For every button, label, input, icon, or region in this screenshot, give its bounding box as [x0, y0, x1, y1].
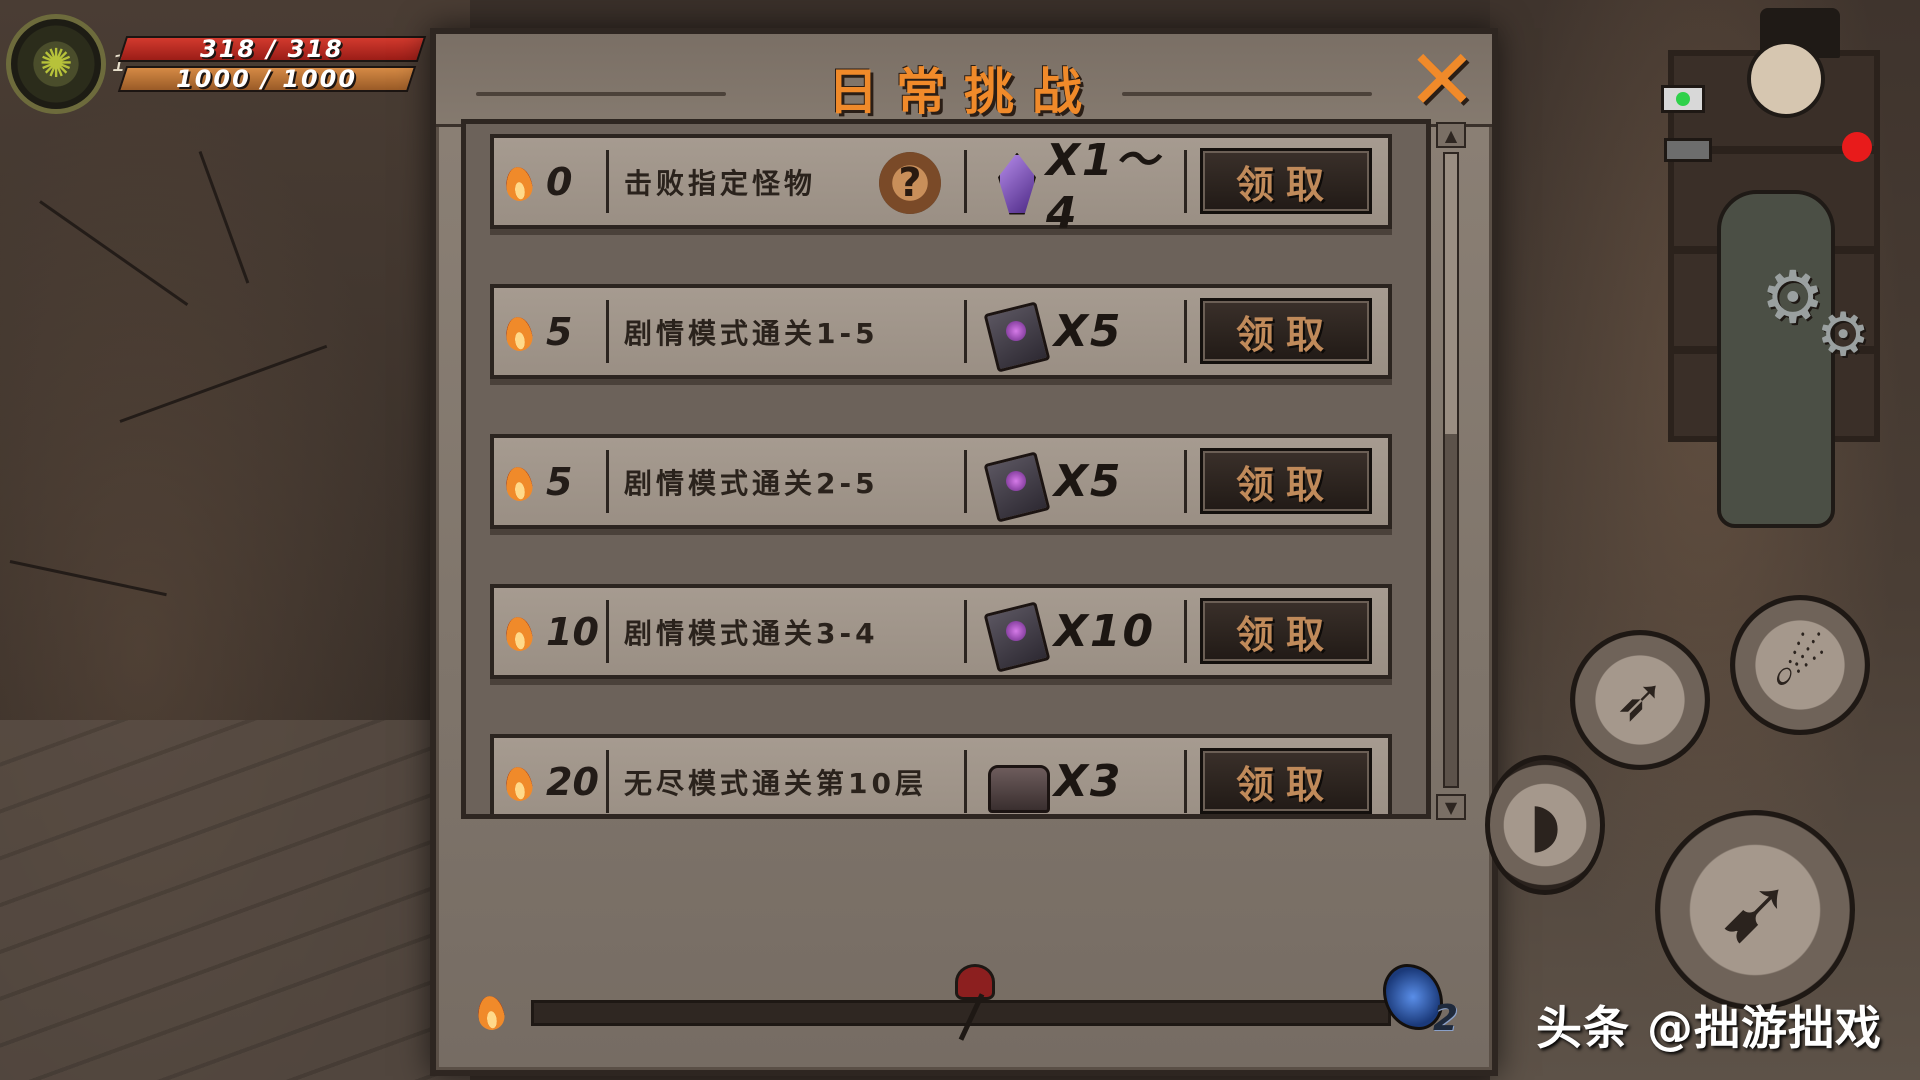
flame-icon	[504, 761, 534, 803]
flame-icon	[504, 161, 534, 203]
task-cost: 5	[494, 288, 604, 375]
hp-text: 318 / 318	[200, 35, 344, 63]
activity-progress: 2	[461, 964, 1471, 1044]
shield-icon: ◗	[1529, 790, 1561, 860]
crystal-icon	[984, 151, 1038, 213]
relic-reward-count: 2	[1433, 998, 1459, 1039]
task-cost: 10	[494, 588, 604, 675]
task-reward: X5	[984, 438, 1174, 525]
task-description: 无尽模式通关第10层	[624, 766, 927, 800]
reward-quantity: X10	[1054, 606, 1156, 657]
task-cost-value: 20	[546, 759, 599, 804]
scroll-up-button[interactable]: ▲	[1436, 122, 1466, 148]
axe-reward-icon[interactable]	[951, 964, 995, 1044]
claw-icon: ☄	[1773, 630, 1827, 700]
emblem-icon: ✺	[39, 41, 73, 87]
notification-dot	[1842, 132, 1872, 162]
task-cost: 5	[494, 438, 604, 525]
shield-skill-button[interactable]: ◗	[1485, 755, 1605, 895]
claw-skill-button[interactable]: ☄	[1730, 595, 1870, 735]
task-list[interactable]: 0 击败指定怪物 ? X1～4 领取 5 剧情模式通关1-5 X5 领取 5 剧…	[461, 119, 1431, 819]
chevron-up-icon: ▲	[1444, 125, 1458, 145]
task-cost-value: 5	[546, 309, 573, 354]
reward-quantity: X3	[1054, 756, 1123, 807]
task-description: 剧情模式通关1-5	[624, 316, 879, 350]
task-row: 10 剧情模式通关3-4 X10 领取	[490, 584, 1392, 679]
dialog-header: 日常挑战 ✕	[436, 34, 1492, 127]
npc-head	[1747, 40, 1825, 118]
task-reward: X10	[984, 588, 1174, 675]
cobblestone-floor	[0, 720, 470, 1080]
close-icon: ✕	[1406, 31, 1478, 129]
task-description: 剧情模式通关3-4	[624, 616, 879, 650]
reward-quantity: X5	[1054, 456, 1123, 507]
hp-bar: 318 / 318	[117, 35, 427, 63]
signal-icon	[1661, 85, 1705, 113]
flame-icon	[504, 461, 534, 503]
attack-button[interactable]: ➹	[1655, 810, 1855, 1010]
scroll-thumb[interactable]	[1445, 154, 1457, 434]
spear-icon: ➹	[1717, 857, 1793, 963]
mp-text: 1000 / 1000	[176, 65, 358, 93]
dialog-title: 日常挑战	[828, 63, 1100, 121]
task-cost: 0	[494, 138, 604, 225]
claim-button[interactable]: 领取	[1200, 298, 1372, 364]
status-icon	[1664, 138, 1712, 162]
task-description: 击败指定怪物	[624, 166, 817, 200]
mp-bar: 1000 / 1000	[117, 65, 417, 93]
scroll-track[interactable]	[1443, 152, 1459, 788]
flame-icon	[504, 311, 534, 353]
task-cost-value: 5	[546, 459, 573, 504]
chevron-down-icon: ▼	[1444, 797, 1458, 817]
task-reward: X1～4	[984, 135, 1174, 239]
task-row: 0 击败指定怪物 ? X1～4 领取	[490, 134, 1392, 239]
gear-icon: ⚙	[1816, 300, 1870, 370]
task-cost: 20	[494, 738, 604, 814]
claim-button[interactable]: 领取	[1200, 598, 1372, 664]
dash-skill-button[interactable]: ➶	[1570, 630, 1710, 770]
task-list-viewport: 0 击败指定怪物 ? X1～4 领取 5 剧情模式通关1-5 X5 领取 5 剧…	[466, 124, 1426, 814]
task-row: 5 剧情模式通关2-5 X5 领取	[490, 434, 1392, 529]
task-row: 5 剧情模式通关1-5 X5 领取	[490, 284, 1392, 379]
chest-icon	[984, 751, 1050, 813]
claim-button[interactable]: 领取	[1200, 148, 1372, 214]
close-button[interactable]: ✕	[1402, 31, 1482, 129]
flame-icon	[476, 990, 506, 1032]
task-row: 20 无尽模式通关第10层 X3 领取	[490, 734, 1392, 814]
task-reward: X3	[984, 738, 1174, 814]
task-description: 剧情模式通关2-5	[624, 466, 879, 500]
task-list-scrollbar[interactable]: ▲ ▼	[1436, 122, 1466, 820]
question-mark-icon[interactable]: ?	[879, 152, 941, 214]
book-icon	[984, 451, 1046, 513]
watermark: 头条 @拙游拙戏	[1535, 1001, 1882, 1055]
claim-button[interactable]: 领取	[1200, 748, 1372, 814]
claim-button[interactable]: 领取	[1200, 448, 1372, 514]
book-icon	[984, 601, 1046, 663]
reward-quantity: X5	[1054, 306, 1123, 357]
task-cost-value: 10	[546, 609, 599, 654]
task-cost-value: 0	[546, 159, 573, 204]
player-emblem[interactable]: ✺	[6, 14, 106, 114]
daily-challenge-dialog: 日常挑战 ✕ 0 击败指定怪物 ? X1～4 领取 5 剧情模式通关1-5 X5…	[430, 28, 1498, 1076]
scroll-down-button[interactable]: ▼	[1436, 794, 1466, 820]
flame-icon	[504, 611, 534, 653]
reward-quantity: X1～4	[1045, 135, 1161, 239]
book-icon	[984, 301, 1046, 363]
dash-icon: ➶	[1614, 665, 1666, 735]
task-reward: X5	[984, 288, 1174, 375]
